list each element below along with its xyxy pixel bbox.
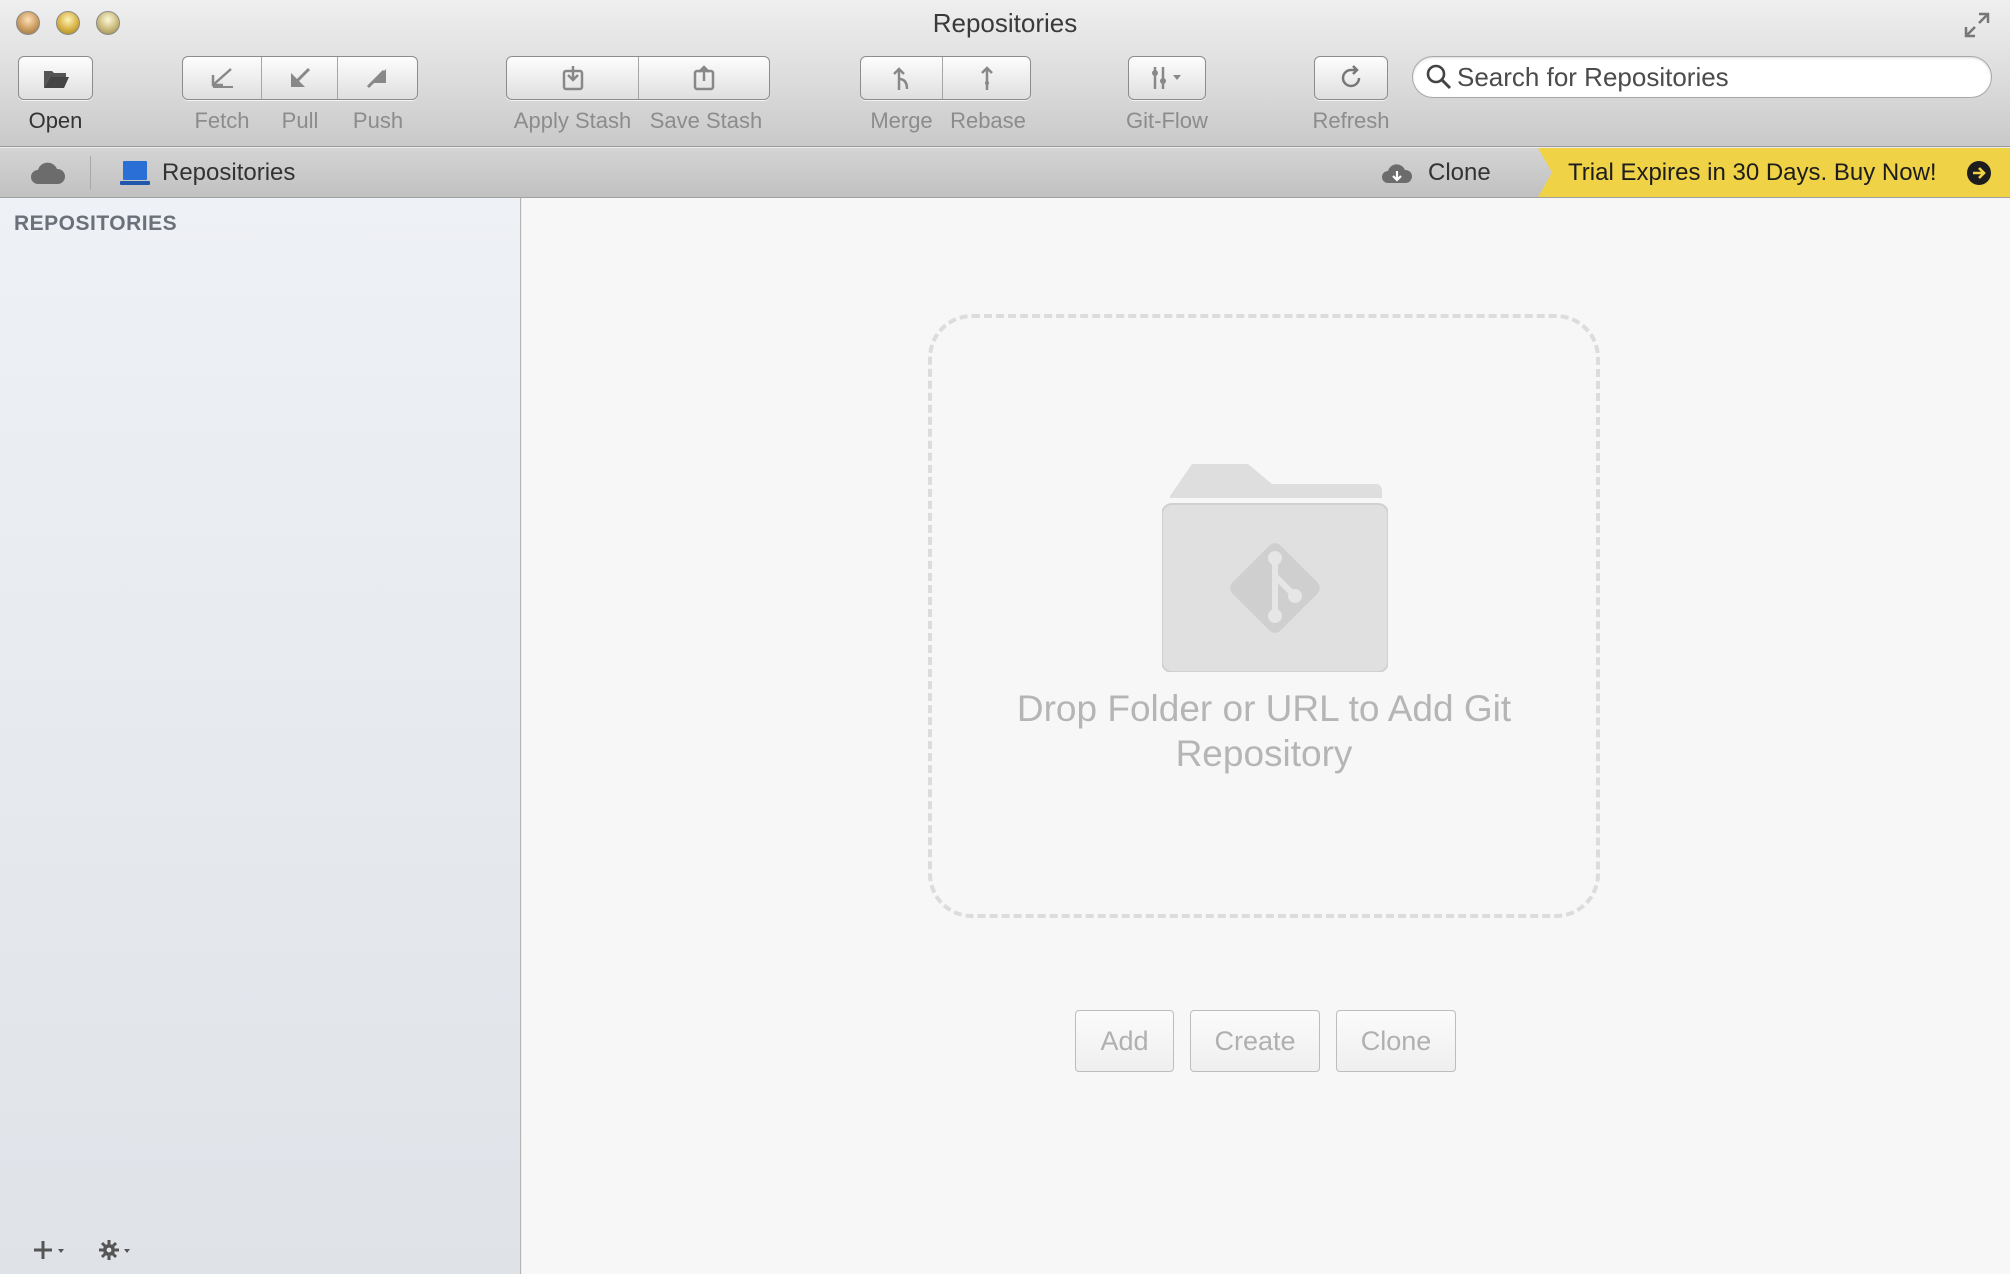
folder-open-icon xyxy=(43,71,69,88)
apply-stash-button[interactable] xyxy=(507,57,639,99)
refresh-button[interactable] xyxy=(1314,56,1388,100)
rebase-label: Rebase xyxy=(950,108,1026,133)
gitflow-icon xyxy=(1152,67,1181,89)
remote-actions-group xyxy=(182,56,418,100)
main-content: Drop Folder or URL to Add Git Repository… xyxy=(522,198,2010,1274)
pull-label: Pull xyxy=(281,108,319,133)
window-title: Repositories xyxy=(932,8,1078,38)
merge-actions-group xyxy=(860,56,1031,100)
gear-icon[interactable] xyxy=(98,1238,138,1262)
clone-nav-button[interactable]: Clone xyxy=(1380,158,1491,188)
pull-button[interactable] xyxy=(262,57,338,99)
save-stash-label: Save Stash xyxy=(649,108,763,133)
fullscreen-icon[interactable] xyxy=(1962,10,1992,40)
search-field[interactable] xyxy=(1412,56,1992,98)
clone-nav-label: Clone xyxy=(1428,159,1491,186)
repositories-tab-label: Repositories xyxy=(162,159,296,186)
fetch-icon xyxy=(211,68,234,88)
pull-icon xyxy=(290,67,310,87)
open-label: Open xyxy=(28,108,83,133)
save-stash-button[interactable] xyxy=(639,57,769,99)
search-input[interactable] xyxy=(1457,61,1977,93)
refresh-icon xyxy=(1341,65,1361,88)
drop-instructions: Drop Folder or URL to Add Git Repository xyxy=(1016,688,1512,774)
laptop-icon xyxy=(120,161,150,185)
gitflow-button[interactable] xyxy=(1128,56,1206,100)
open-button[interactable] xyxy=(18,56,93,100)
push-label: Push xyxy=(352,108,404,133)
cloud-icon[interactable] xyxy=(28,158,68,188)
trial-banner-text: Trial Expires in 30 Days. Buy Now! xyxy=(1568,158,1937,186)
clone-button[interactable]: Clone xyxy=(1336,1010,1456,1072)
trial-banner[interactable]: Trial Expires in 30 Days. Buy Now! xyxy=(1538,148,2010,197)
add-button[interactable]: Add xyxy=(1075,1010,1174,1072)
refresh-label: Refresh xyxy=(1312,108,1390,133)
push-icon xyxy=(367,69,387,89)
save-stash-icon xyxy=(693,65,715,91)
rebase-icon xyxy=(980,66,993,90)
fetch-label: Fetch xyxy=(194,108,250,133)
navigation-bar: Repositories Clone Trial Expires in 30 D… xyxy=(0,148,2010,198)
sidebar: REPOSITORIES xyxy=(0,198,521,1274)
plus-icon[interactable] xyxy=(32,1238,72,1262)
create-button[interactable]: Create xyxy=(1190,1010,1320,1072)
merge-icon xyxy=(892,67,908,90)
sidebar-heading: REPOSITORIES xyxy=(14,212,178,235)
merge-label: Merge xyxy=(870,108,933,133)
stash-actions-group xyxy=(506,56,770,100)
apply-stash-label: Apply Stash xyxy=(513,108,632,133)
window-titlebar: Repositories Open Fetch Pull Push Apply … xyxy=(0,0,2010,147)
nav-divider xyxy=(90,156,91,190)
fetch-button[interactable] xyxy=(183,57,263,99)
cloud-download-icon xyxy=(1382,164,1413,183)
rebase-button[interactable] xyxy=(943,57,1030,99)
drop-zone[interactable]: Drop Folder or URL to Add Git Repository xyxy=(928,314,1600,918)
arrow-right-circle-icon xyxy=(1967,161,1991,185)
apply-stash-icon xyxy=(562,66,583,91)
git-folder-icon xyxy=(1162,464,1388,672)
gitflow-label: Git-Flow xyxy=(1126,108,1208,133)
merge-button[interactable] xyxy=(861,57,944,99)
repositories-tab[interactable]: Repositories xyxy=(120,158,295,188)
push-button[interactable] xyxy=(338,57,417,99)
search-icon xyxy=(1426,64,1452,90)
